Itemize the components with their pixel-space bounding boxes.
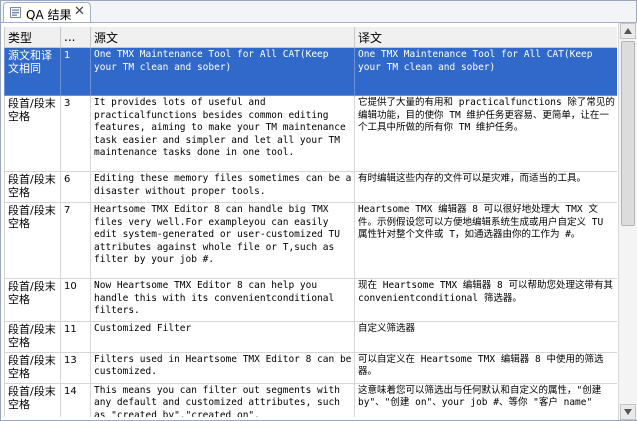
cell-number: 6 [60,171,91,203]
cell-type: 源文和译文相同 [4,47,61,96]
qa-results-table: 类型 ... 源文 译文 源文和译文相同 1 One TMX Maintenan… [4,27,617,417]
cell-number: 11 [60,321,91,353]
column-header-type[interactable]: 类型 [4,27,61,48]
cell-number: 13 [60,352,91,384]
cell-type: 段首/段末空格 [4,278,61,322]
cell-target: 有时编辑这些内存的文件可以是灾难，而适当的工具。 [354,171,617,203]
cell-number: 7 [60,202,91,279]
table-header-row: 类型 ... 源文 译文 [4,27,617,48]
cell-target: One TMX Maintenance Tool for All CAT(Kee… [354,47,617,96]
qa-results-icon [10,7,21,18]
cell-number: 10 [60,278,91,322]
qa-results-table-wrap: 类型 ... 源文 译文 源文和译文相同 1 One TMX Maintenan… [4,27,617,417]
scrollbar-thumb[interactable] [621,41,635,226]
column-header-target[interactable]: 译文 [354,27,617,48]
cell-type: 段首/段末空格 [4,171,61,203]
cell-type: 段首/段末空格 [4,95,61,172]
arrow-up-icon [624,28,632,34]
table-row[interactable]: 段首/段末空格 6 Editing these memory files som… [4,171,617,203]
cell-number: 14 [60,383,91,417]
cell-target: Heartsome TMX 编辑器 8 可以很好地处理大 TMX 文件。示例假设… [354,202,617,279]
tab-label: QA 结果 [26,8,72,22]
cell-source: Filters used in Heartsome TMX Editor 8 c… [90,352,355,384]
table-row[interactable]: 段首/段末空格 7 Heartsome TMX Editor 8 can han… [4,202,617,279]
tab-qa-results[interactable]: QA 结果 ✕ [3,2,91,22]
scroll-up-button[interactable] [620,23,636,39]
table-row[interactable]: 源文和译文相同 1 One TMX Maintenance Tool for A… [4,47,617,96]
cell-type: 段首/段末空格 [4,352,61,384]
cell-source: This means you can filter out segments w… [90,383,355,417]
table-row[interactable]: 段首/段末空格 11 Customized Filter 自定义筛选器 [4,321,617,353]
table-row[interactable]: 段首/段末空格 13 Filters used in Heartsome TMX… [4,352,617,384]
cell-number: 1 [60,47,91,96]
cell-target: 可以自定义在 Heartsome TMX 编辑器 8 中使用的筛选器。 [354,352,617,384]
vertical-scrollbar[interactable] [618,23,637,420]
table-row[interactable]: 段首/段末空格 14 This means you can filter out… [4,383,617,417]
cell-source: One TMX Maintenance Tool for All CAT(Kee… [90,47,355,96]
scroll-down-button[interactable] [620,404,636,420]
column-header-source[interactable]: 源文 [90,27,355,48]
qa-results-view: QA 结果 ✕ 类型 ... 源文 译文 源文和译文相同 1 One TMX M… [0,0,637,421]
cell-number: 3 [60,95,91,172]
cell-type: 段首/段末空格 [4,383,61,417]
cell-source: Heartsome TMX Editor 8 can handle big TM… [90,202,355,279]
table-row[interactable]: 段首/段末空格 10 Now Heartsome TMX Editor 8 ca… [4,278,617,322]
cell-source: Editing these memory files sometimes can… [90,171,355,203]
column-header-number[interactable]: ... [60,27,91,48]
cell-target: 这意味着您可以筛选出与任何默认和自定义的属性，"创建 by"、"创建 on"、y… [354,383,617,417]
cell-target: 现在 Heartsome TMX 编辑器 8 可以帮助您处理这带有其 conve… [354,278,617,322]
cell-type: 段首/段末空格 [4,321,61,353]
cell-type: 段首/段末空格 [4,202,61,279]
view-tab-bar: QA 结果 ✕ [1,1,636,23]
cell-source: It provides lots of useful and practical… [90,95,355,172]
cell-source: Customized Filter [90,321,355,353]
cell-target: 自定义筛选器 [354,321,617,353]
close-icon[interactable]: ✕ [74,5,85,19]
arrow-down-icon [624,409,632,415]
table-row[interactable]: 段首/段末空格 3 It provides lots of useful and… [4,95,617,172]
cell-source: Now Heartsome TMX Editor 8 can help you … [90,278,355,322]
cell-target: 它提供了大量的有用和 practicalfunctions 除了常见的编辑功能，… [354,95,617,172]
